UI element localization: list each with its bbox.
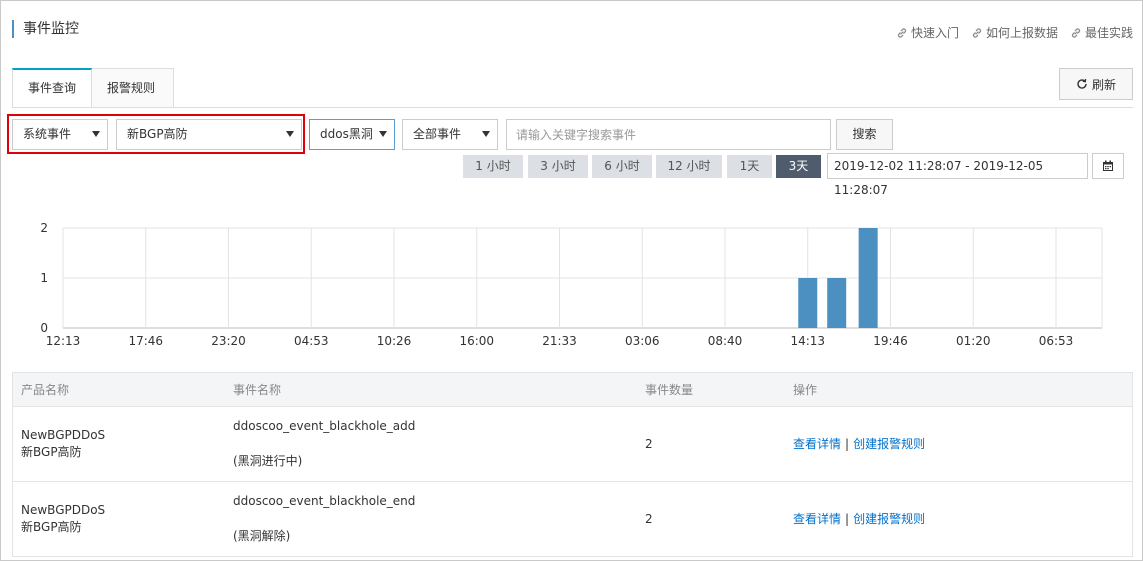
y-tick-label: 1 xyxy=(40,271,48,285)
link-icon xyxy=(1071,27,1081,38)
event-name: ddoscoo_event_blackhole_end xyxy=(233,494,416,508)
refresh-button[interactable]: 刷新 xyxy=(1059,68,1133,100)
column-header-event: 事件名称 xyxy=(233,383,282,397)
help-link-report-data[interactable]: 如何上报数据 xyxy=(971,24,1058,41)
product-value: 新BGP高防 xyxy=(127,127,188,141)
x-tick-label: 21:33 xyxy=(542,334,577,348)
column-header-count: 事件数量 xyxy=(645,383,694,397)
chevron-down-icon xyxy=(92,131,100,137)
tab-bar: 事件查询 报警规则 xyxy=(12,68,174,108)
x-tick-label: 03:06 xyxy=(625,334,660,348)
x-tick-label: 23:20 xyxy=(211,334,246,348)
refresh-label: 刷新 xyxy=(1091,77,1116,92)
event-count: 2 xyxy=(645,437,653,451)
create-alarm-rule-link[interactable]: 创建报警规则 xyxy=(853,437,925,451)
product-cn: 新BGP高防 xyxy=(21,520,82,534)
range-3d-button[interactable]: 3天 xyxy=(776,155,821,178)
x-tick-label: 17:46 xyxy=(128,334,163,348)
event-type-value: 系统事件 xyxy=(23,127,72,141)
y-tick-label: 2 xyxy=(40,221,48,235)
x-tick-label: 19:46 xyxy=(873,334,908,348)
event-table: 产品名称 事件名称 事件数量 操作 NewBGPDDoS 新BGP高防 ddos… xyxy=(12,372,1133,557)
event-level-select[interactable]: 全部事件 xyxy=(402,119,498,150)
x-tick-label: 10:26 xyxy=(377,334,412,348)
create-alarm-rule-link[interactable]: 创建报警规则 xyxy=(853,512,925,526)
search-input[interactable] xyxy=(506,119,831,150)
chart-bar xyxy=(827,278,847,328)
calendar-button[interactable] xyxy=(1092,153,1124,179)
event-chart: 0 1 2 12:13 17:46 23:20 04:53 10:26 16:00 21:33 03… xyxy=(40,221,1103,348)
column-header-product: 产品名称 xyxy=(21,383,70,397)
event-level-value: 全部事件 xyxy=(413,127,462,141)
table-header: 产品名称 事件名称 事件数量 操作 xyxy=(12,373,1133,407)
event-type-select[interactable]: 系统事件 xyxy=(12,119,108,150)
link-icon xyxy=(972,27,982,38)
chevron-down-icon xyxy=(482,131,490,137)
x-tick-label: 14:13 xyxy=(790,334,825,348)
tab-event-query[interactable]: 事件查询 xyxy=(12,68,92,108)
event-desc: (黑洞进行中) xyxy=(233,454,303,468)
row-actions: 查看详情 | 创建报警规则 xyxy=(793,511,925,528)
event-desc: (黑洞解除) xyxy=(233,529,291,543)
x-tick-label: 06:53 xyxy=(1039,334,1074,348)
product-cn: 新BGP高防 xyxy=(21,445,82,459)
x-tick-label: 04:53 xyxy=(294,334,329,348)
x-tick-label: 08:40 xyxy=(708,334,743,348)
event-name: ddoscoo_event_blackhole_add xyxy=(233,419,416,433)
help-link-label: 如何上报数据 xyxy=(985,26,1058,40)
action-separator: | xyxy=(845,437,850,451)
table-row: NewBGPDDoS 新BGP高防 ddoscoo_event_blackhol… xyxy=(12,482,1133,557)
tab-divider xyxy=(12,107,1133,108)
help-links: 快速入门 如何上报数据 最佳实践 xyxy=(896,24,1133,41)
x-tick-label: 16:00 xyxy=(459,334,494,348)
help-link-label: 快速入门 xyxy=(910,26,959,40)
range-3h-button[interactable]: 3 小时 xyxy=(528,155,588,178)
range-1d-button[interactable]: 1天 xyxy=(727,155,772,178)
range-12h-button[interactable]: 12 小时 xyxy=(656,155,722,178)
view-detail-link[interactable]: 查看详情 xyxy=(793,437,841,451)
x-tick-label: 12:13 xyxy=(46,334,81,348)
event-name-value: ddos黑洞 xyxy=(320,127,373,141)
link-icon xyxy=(897,27,907,38)
help-link-best-practice[interactable]: 最佳实践 xyxy=(1070,24,1133,41)
help-link-label: 最佳实践 xyxy=(1084,26,1133,40)
search-button[interactable]: 搜索 xyxy=(836,119,893,150)
row-actions: 查看详情 | 创建报警规则 xyxy=(793,436,925,453)
help-link-quickstart[interactable]: 快速入门 xyxy=(896,24,959,41)
date-range-field[interactable]: 2019-12-02 11:28:07 - 2019-12-05 11:28:0… xyxy=(827,153,1088,197)
chevron-down-icon xyxy=(286,131,294,137)
y-tick-label: 0 xyxy=(40,321,48,335)
tab-alarm-rules[interactable]: 报警规则 xyxy=(92,68,174,108)
product-en: NewBGPDDoS xyxy=(21,503,106,517)
calendar-icon xyxy=(1103,160,1113,171)
event-name-select[interactable]: ddos黑洞 xyxy=(309,119,395,150)
event-count: 2 xyxy=(645,512,653,526)
action-separator: | xyxy=(845,512,850,526)
refresh-icon xyxy=(1077,78,1087,89)
product-select[interactable]: 新BGP高防 xyxy=(116,119,302,150)
range-6h-button[interactable]: 6 小时 xyxy=(592,155,652,178)
view-detail-link[interactable]: 查看详情 xyxy=(793,512,841,526)
page-title: 事件监控 xyxy=(12,20,79,38)
product-en: NewBGPDDoS xyxy=(21,428,106,442)
column-header-actions: 操作 xyxy=(793,383,818,397)
chart-bar xyxy=(798,278,818,328)
chart-bar xyxy=(858,228,878,328)
x-tick-label: 01:20 xyxy=(956,334,991,348)
table-row: NewBGPDDoS 新BGP高防 ddoscoo_event_blackhol… xyxy=(12,407,1133,482)
range-1h-button[interactable]: 1 小时 xyxy=(463,155,523,178)
chevron-down-icon xyxy=(379,131,387,137)
